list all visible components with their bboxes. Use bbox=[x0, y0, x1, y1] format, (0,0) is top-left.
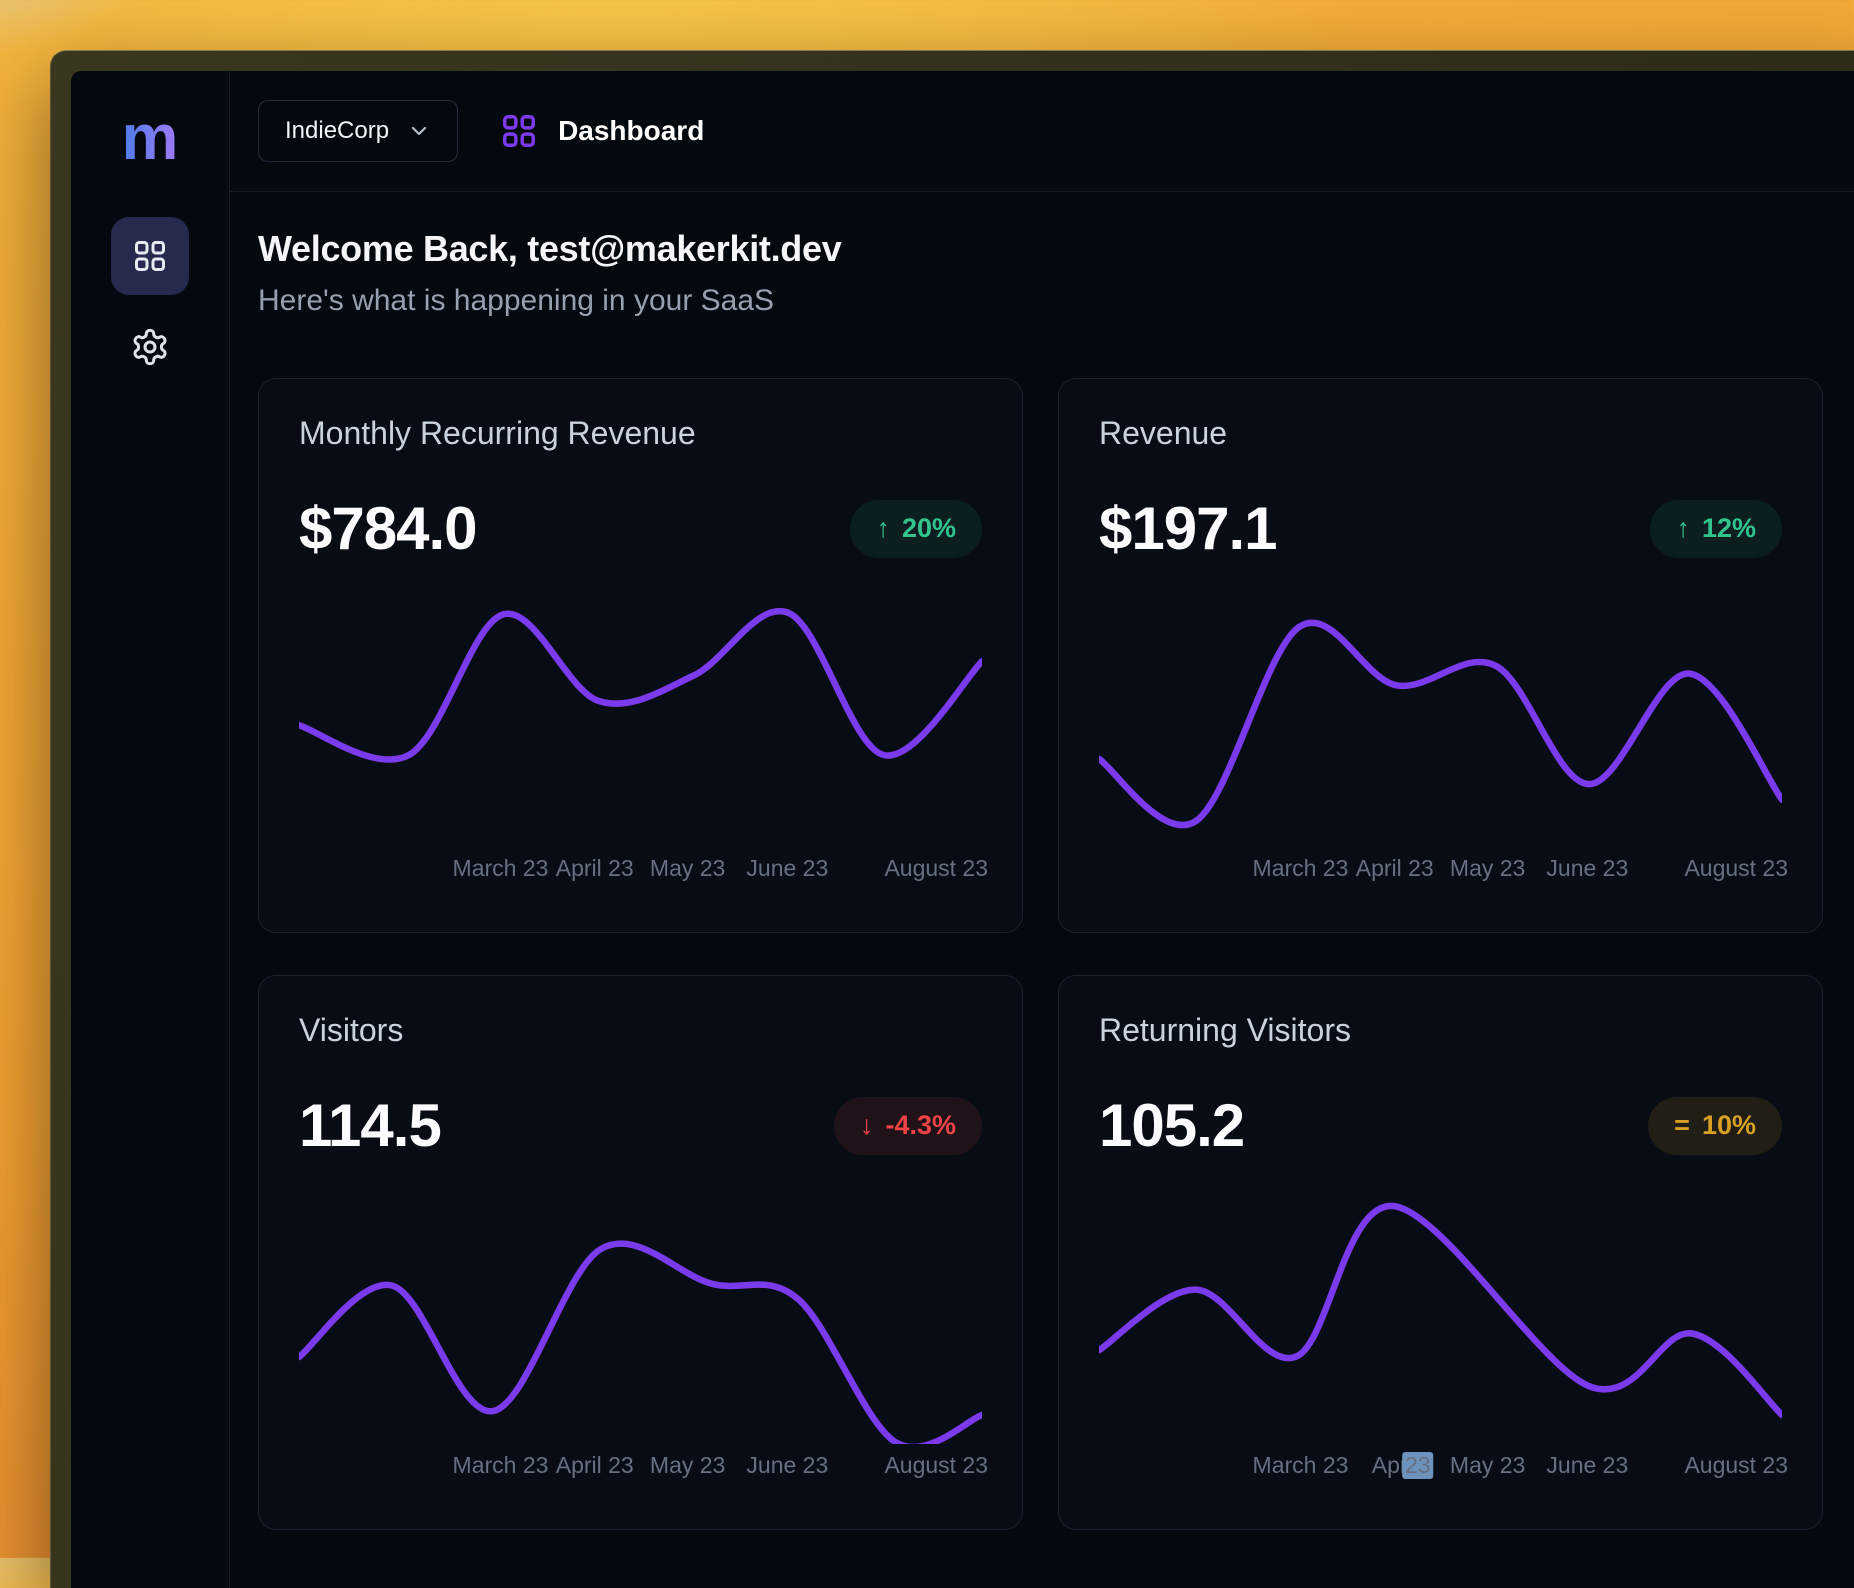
metric-value: 114.5 bbox=[299, 1091, 441, 1160]
x-axis: March 23April 23May 23June 23August 23 bbox=[299, 1452, 982, 1482]
metric-card: Visitors 114.5 ↓ -4.3% March 23 April 23 M… bbox=[258, 975, 1023, 1530]
sidebar-item-settings[interactable] bbox=[120, 317, 180, 377]
gear-icon bbox=[130, 327, 170, 367]
metric-card: Monthly Recurring Revenue $784.0 ↑ 20% M… bbox=[258, 378, 1023, 933]
line-chart bbox=[299, 597, 982, 847]
value-row: $784.0 ↑ 20% bbox=[299, 494, 982, 563]
trend-value: 10% bbox=[1702, 1110, 1756, 1141]
x-axis-label: April 23 bbox=[1356, 855, 1434, 882]
welcome-subtitle: Here's what is happening in your SaaS bbox=[258, 284, 1854, 318]
trend-badge: ↑ 12% bbox=[1650, 500, 1782, 558]
x-axis: March 23April 23May 23June 23August 23 bbox=[1099, 855, 1782, 885]
line-chart bbox=[1099, 597, 1782, 847]
x-axis-label: March 23 bbox=[453, 1452, 549, 1479]
trend-badge: = 10% bbox=[1648, 1097, 1782, 1155]
card-title: Returning Visitors bbox=[1099, 1012, 1782, 1049]
topbar: IndieCorp Dashboard bbox=[230, 71, 1854, 192]
metric-card: Returning Visitors 105.2 = 10% March 23 A… bbox=[1058, 975, 1823, 1530]
metric-value: $784.0 bbox=[299, 494, 477, 563]
x-axis: March 23April 23May 23June 23August 23 bbox=[299, 855, 982, 885]
trend-value: 20% bbox=[902, 513, 956, 544]
trend-direction-icon: = bbox=[1674, 1112, 1690, 1139]
x-axis-label: June 23 bbox=[1546, 855, 1628, 882]
metric-value: $197.1 bbox=[1099, 494, 1277, 563]
line-chart bbox=[1099, 1194, 1782, 1444]
page-title: Dashboard bbox=[558, 115, 704, 147]
card-title: Revenue bbox=[1099, 415, 1782, 452]
x-axis-label: August 23 bbox=[1684, 1452, 1788, 1479]
trend-direction-icon: ↓ bbox=[860, 1112, 874, 1139]
card-title: Visitors bbox=[299, 1012, 982, 1049]
selected-text: 23 bbox=[1402, 1452, 1434, 1479]
main-area: IndieCorp Dashboard Welcome Back, test@m… bbox=[230, 71, 1854, 1588]
value-row: 114.5 ↓ -4.3% bbox=[299, 1091, 982, 1160]
trend-value: 12% bbox=[1702, 513, 1756, 544]
organization-selector[interactable]: IndieCorp bbox=[258, 100, 458, 162]
card-title: Monthly Recurring Revenue bbox=[299, 415, 982, 452]
x-axis-label: August 23 bbox=[1684, 855, 1788, 882]
app-window: m IndieCorp bbox=[50, 50, 1854, 1588]
organization-name: IndieCorp bbox=[285, 117, 389, 145]
x-axis-label: August 23 bbox=[884, 855, 988, 882]
x-axis-label: March 23 bbox=[1253, 855, 1349, 882]
trend-badge: ↑ 20% bbox=[850, 500, 982, 558]
x-axis-label: March 23 bbox=[453, 855, 549, 882]
x-axis-label: June 23 bbox=[746, 855, 828, 882]
value-row: 105.2 = 10% bbox=[1099, 1091, 1782, 1160]
trend-direction-icon: ↑ bbox=[1676, 515, 1690, 542]
breadcrumb: Dashboard bbox=[500, 112, 704, 150]
x-axis-label: May 23 bbox=[1450, 855, 1525, 882]
dashboard-grid-icon bbox=[500, 112, 538, 150]
grid-icon bbox=[132, 238, 168, 274]
x-axis-label: March 23 bbox=[1253, 1452, 1349, 1479]
chevron-down-icon bbox=[407, 119, 431, 143]
sidebar-nav bbox=[111, 217, 189, 377]
welcome-heading: Welcome Back, test@makerkit.dev bbox=[258, 228, 1854, 270]
x-axis-label: June 23 bbox=[1546, 1452, 1628, 1479]
x-axis-label: May 23 bbox=[650, 1452, 725, 1479]
metric-card: Revenue $197.1 ↑ 12% March 23 April 23 May… bbox=[1058, 378, 1823, 933]
x-axis: March 23April 23May 23June 23August 23 bbox=[1099, 1452, 1782, 1482]
x-axis-label: May 23 bbox=[650, 855, 725, 882]
trend-direction-icon: ↑ bbox=[876, 515, 890, 542]
value-row: $197.1 ↑ 12% bbox=[1099, 494, 1782, 563]
x-axis-label: June 23 bbox=[746, 1452, 828, 1479]
x-axis-label: May 23 bbox=[1450, 1452, 1525, 1479]
x-axis-label: April 23 bbox=[1372, 1452, 1418, 1479]
metrics-grid: Monthly Recurring Revenue $784.0 ↑ 20% M… bbox=[258, 378, 1854, 1530]
x-axis-label: April 23 bbox=[556, 1452, 634, 1479]
x-axis-label: April 23 bbox=[556, 855, 634, 882]
x-axis-label: August 23 bbox=[884, 1452, 988, 1479]
app-surface: m IndieCorp bbox=[71, 71, 1854, 1588]
sidebar: m bbox=[71, 71, 230, 1588]
dashboard-content: Welcome Back, test@makerkit.dev Here's w… bbox=[230, 192, 1854, 1530]
line-chart bbox=[299, 1194, 982, 1444]
metric-value: 105.2 bbox=[1099, 1091, 1244, 1160]
app-logo: m bbox=[122, 105, 179, 169]
sidebar-item-dashboard[interactable] bbox=[111, 217, 189, 295]
trend-badge: ↓ -4.3% bbox=[834, 1097, 982, 1155]
trend-value: -4.3% bbox=[885, 1110, 956, 1141]
